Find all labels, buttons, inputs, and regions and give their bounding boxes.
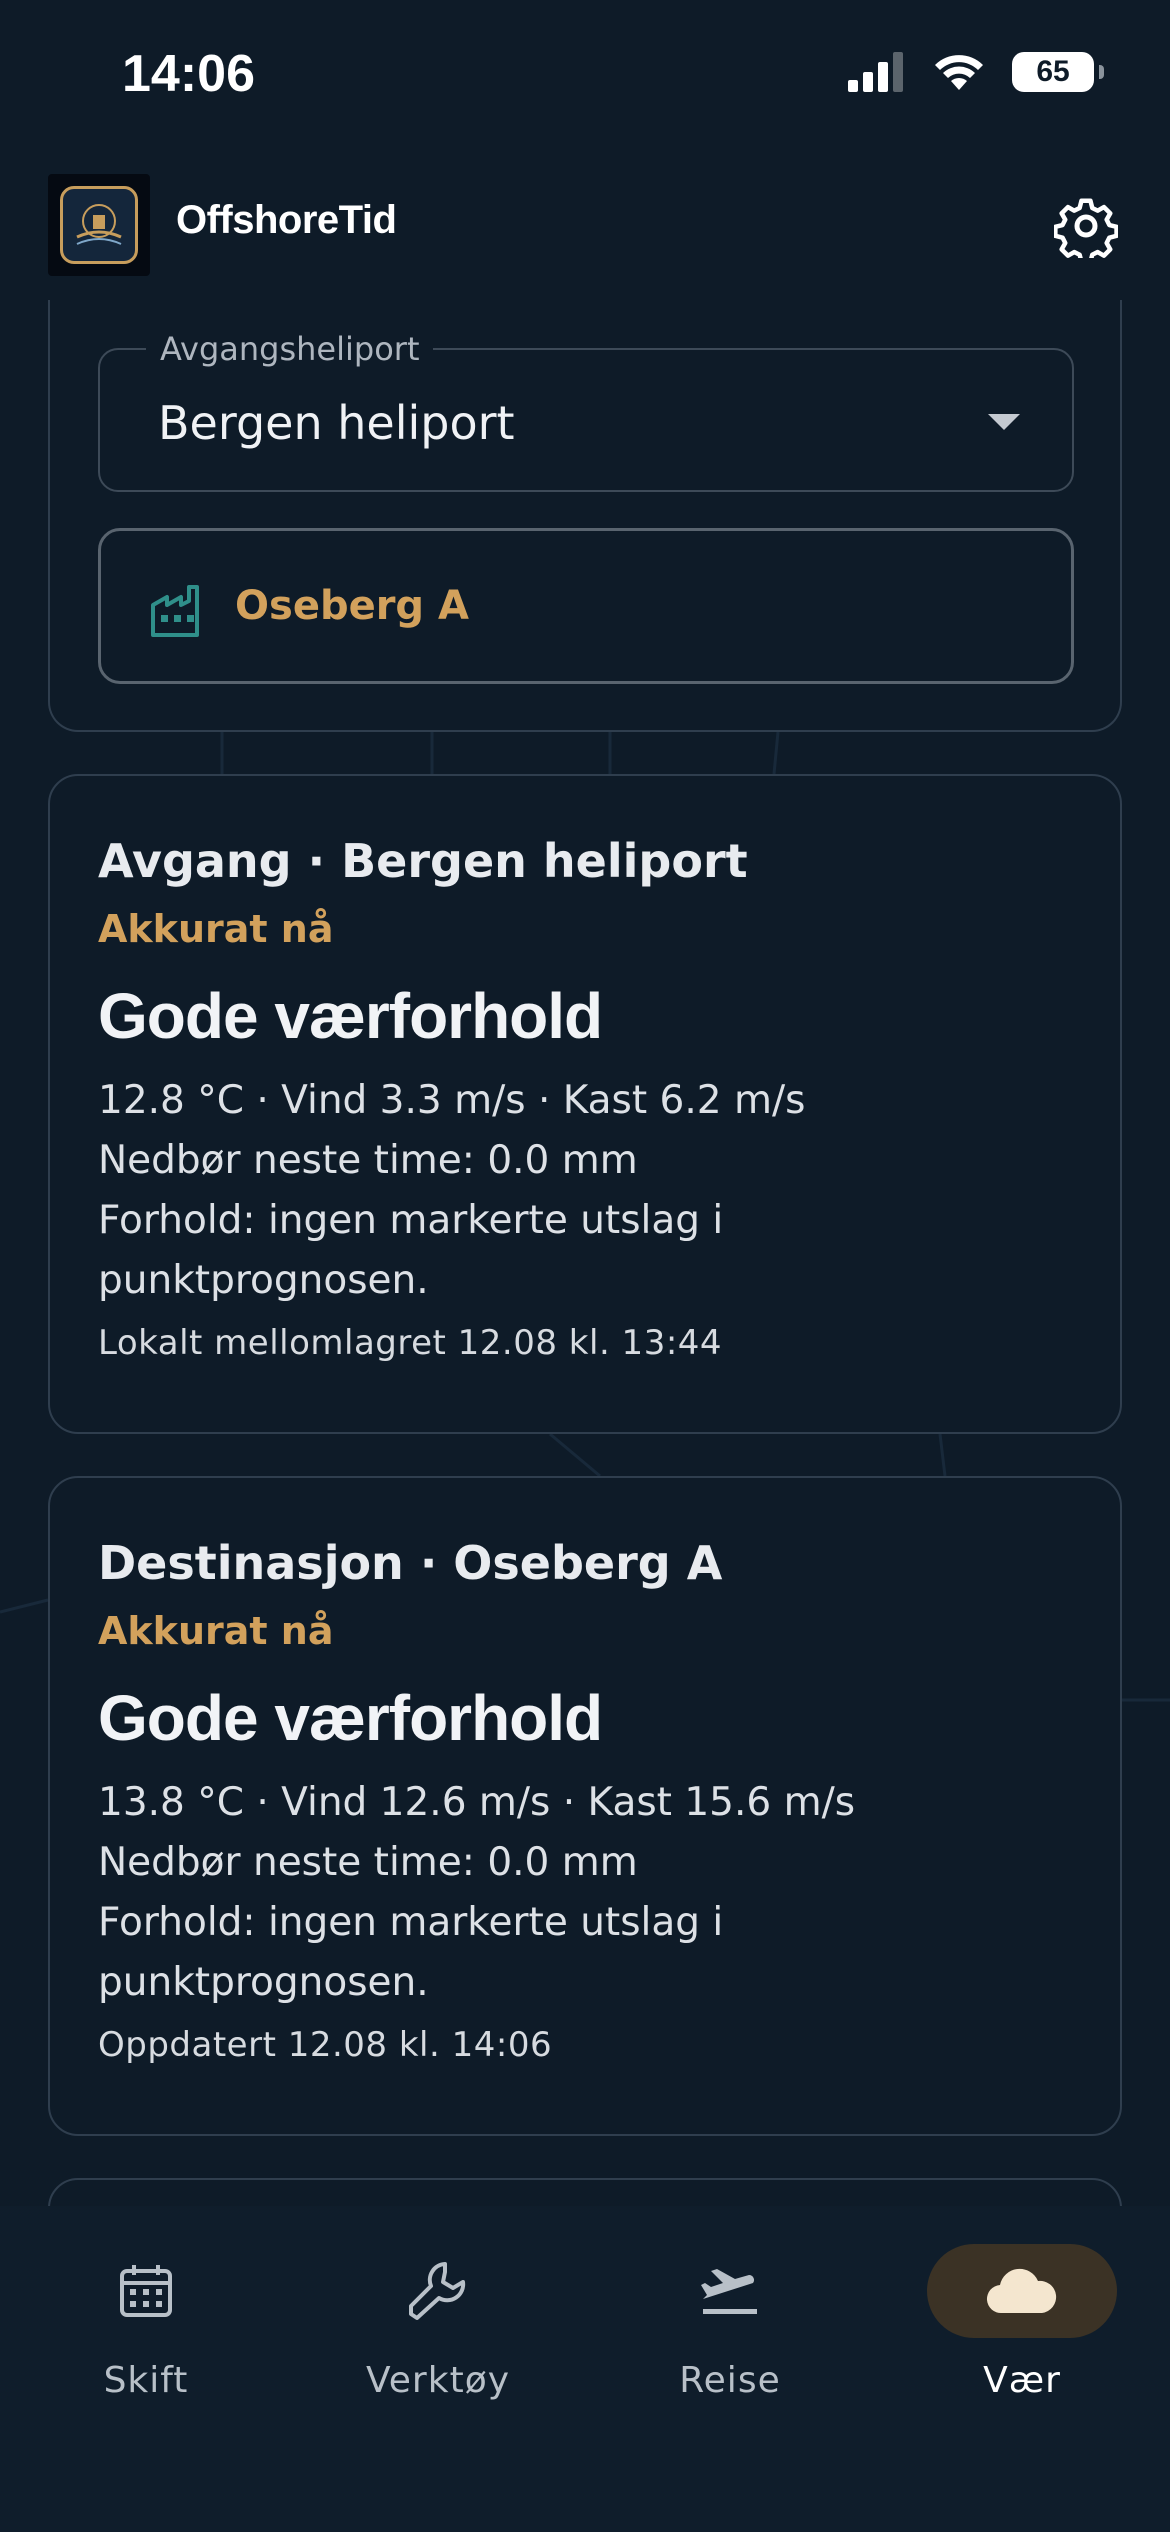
weather-condition: Gode værforhold bbox=[98, 1682, 603, 1755]
destination-weather-card: Destinasjon · Oseberg A Akkurat nå Gode … bbox=[48, 1476, 1122, 2136]
weather-conditions-note: Forhold: ingen markerte utslag i bbox=[98, 1198, 724, 1244]
nav-label-reise: Reise bbox=[679, 2360, 781, 2401]
nav-item-skift[interactable]: Skift bbox=[46, 2244, 246, 2444]
destination-button[interactable]: Oseberg A bbox=[98, 528, 1074, 684]
status-time: 14:06 bbox=[122, 45, 255, 103]
factory-icon bbox=[151, 585, 199, 637]
logo-emblem-icon bbox=[60, 186, 138, 264]
nav-label-verktoy: Verktøy bbox=[365, 2360, 511, 2401]
nav-item-vaer[interactable]: Vær bbox=[922, 2244, 1122, 2444]
weather-condition: Gode værforhold bbox=[98, 980, 603, 1053]
weather-card-heading: Avgang · Bergen heliport bbox=[98, 834, 748, 888]
departure-heliport-label: Avgangsheliport bbox=[146, 330, 434, 368]
weather-conditions-note: Forhold: ingen markerte utslag i bbox=[98, 1900, 724, 1946]
wifi-icon bbox=[935, 55, 983, 90]
nav-item-reise[interactable]: Reise bbox=[630, 2244, 830, 2444]
battery-level: 65 bbox=[1036, 55, 1070, 88]
departure-weather-card: Avgang · Bergen heliport Akkurat nå Gode… bbox=[48, 774, 1122, 1434]
status-icons: 65 bbox=[848, 52, 1104, 92]
destination-value: Oseberg A bbox=[235, 583, 469, 629]
plane-departure-icon bbox=[701, 2269, 757, 2314]
battery-indicator: 65 bbox=[1012, 52, 1104, 92]
weather-metrics: 12.8 °C · Vind 3.3 m/s · Kast 6.2 m/s bbox=[98, 1078, 806, 1124]
dropdown-arrow-icon bbox=[988, 414, 1020, 430]
weather-conditions-note-cont: punktprognosen. bbox=[98, 1960, 429, 2006]
settings-gear-icon[interactable] bbox=[1054, 194, 1118, 258]
weather-time-label: Akkurat nå bbox=[98, 1609, 334, 1654]
nav-label-vaer: Vær bbox=[983, 2360, 1061, 2401]
departure-heliport-value: Bergen heliport bbox=[158, 396, 515, 450]
weather-card-heading: Destinasjon · Oseberg A bbox=[98, 1536, 723, 1590]
cloud-icon bbox=[986, 2268, 1057, 2314]
app-header: OffshoreTid bbox=[0, 150, 1170, 300]
app-logo bbox=[48, 174, 150, 276]
departure-heliport-select[interactable]: Avgangsheliport Bergen heliport bbox=[98, 330, 1074, 492]
wrench-icon bbox=[409, 2262, 466, 2320]
nav-label-skift: Skift bbox=[103, 2360, 189, 2401]
weather-timestamp: Lokalt mellomlagret 12.08 kl. 13:44 bbox=[98, 1323, 723, 1364]
weather-precipitation: Nedbør neste time: 0.0 mm bbox=[98, 1138, 638, 1184]
weather-precipitation: Nedbør neste time: 0.0 mm bbox=[98, 1840, 638, 1886]
weather-conditions-note-cont: punktprognosen. bbox=[98, 1258, 429, 1304]
weather-time-label: Akkurat nå bbox=[98, 907, 334, 952]
calendar-icon bbox=[120, 2265, 172, 2317]
weather-timestamp: Oppdatert 12.08 kl. 14:06 bbox=[98, 2025, 553, 2066]
bottom-navigation: Skift Verktøy Reise Vær bbox=[0, 2206, 1170, 2532]
app-title: OffshoreTid bbox=[176, 198, 397, 242]
route-selector-card: Avgangsheliport Bergen heliport Oseberg … bbox=[48, 290, 1122, 732]
cellular-signal-icon bbox=[848, 52, 903, 92]
weather-metrics: 13.8 °C · Vind 12.6 m/s · Kast 15.6 m/s bbox=[98, 1780, 856, 1826]
status-bar: 14:06 65 bbox=[0, 0, 1170, 150]
nav-item-verktoy[interactable]: Verktøy bbox=[338, 2244, 538, 2444]
nav-active-indicator bbox=[927, 2244, 1117, 2338]
